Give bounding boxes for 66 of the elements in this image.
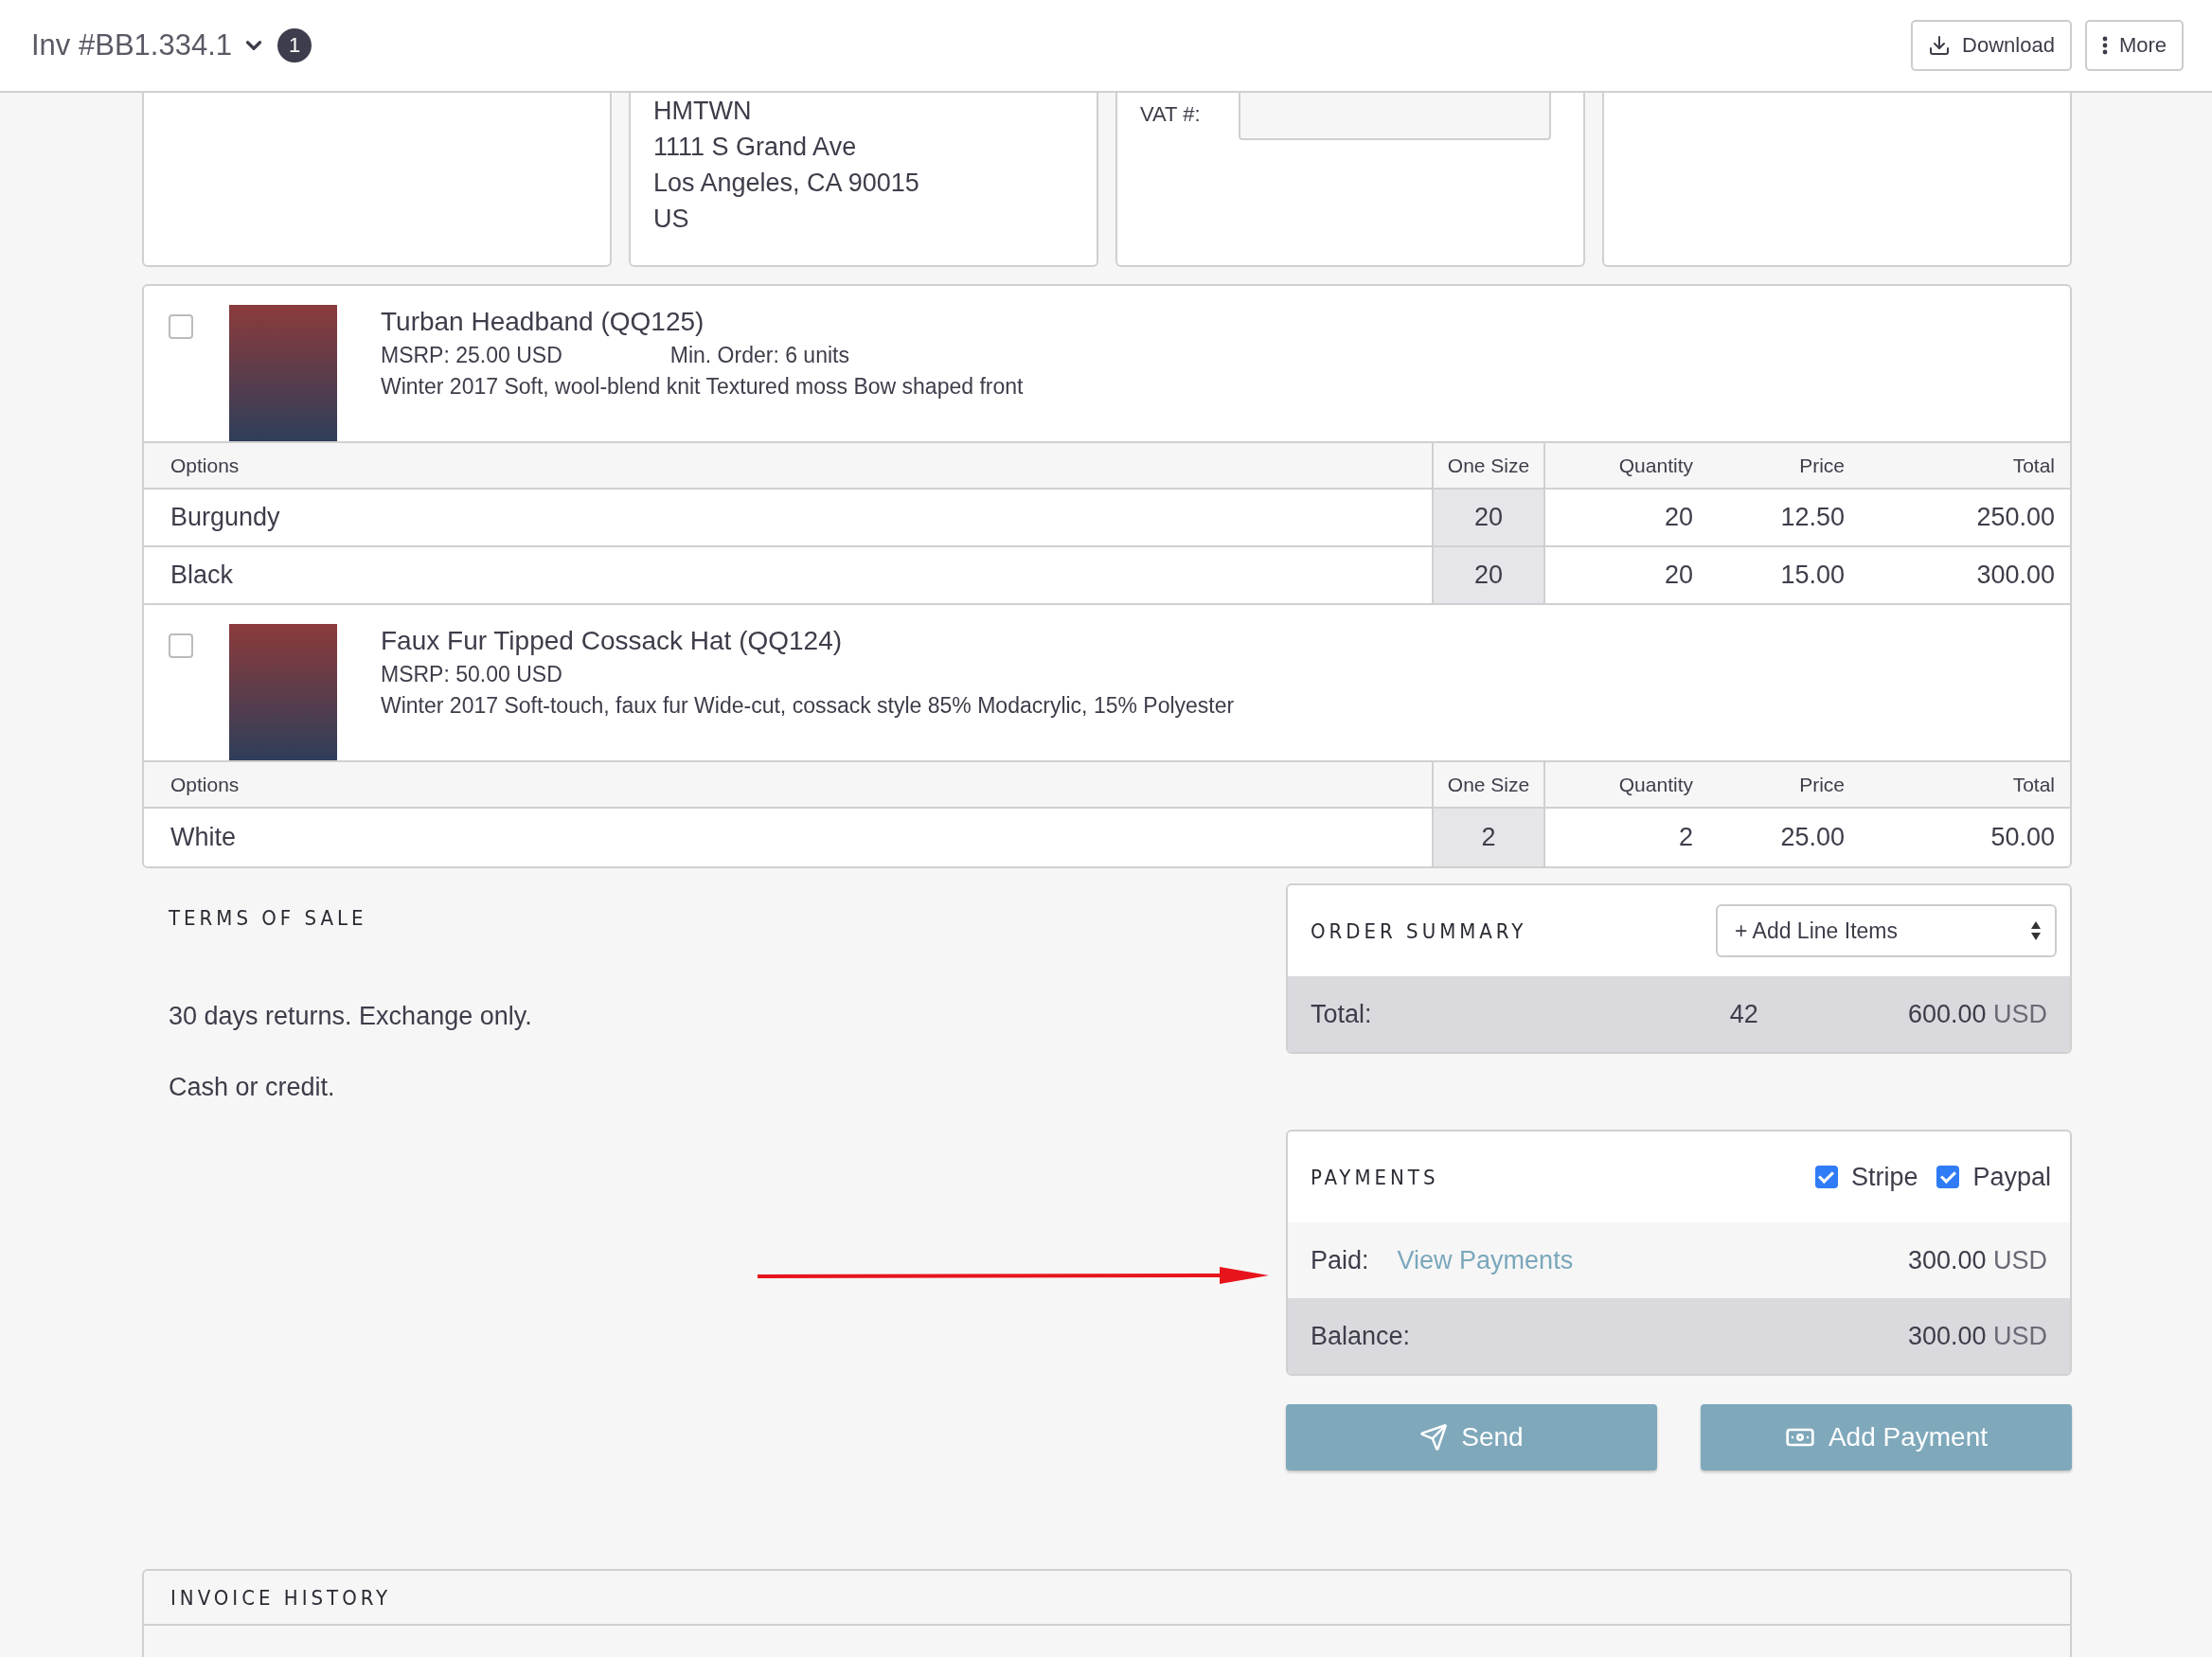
invoice-title: Inv #BB1.334.1 [31,28,232,62]
table-cell-text: Burgundy [169,502,281,533]
sort-arrows-icon [2030,920,2042,941]
column-header: Options [169,453,241,478]
total-amount: 600.00 USD [1907,999,2047,1029]
section-heading: INVOICE HISTORY [170,1585,392,1610]
table-cell-text: 25.00 [1779,822,1846,853]
address-line: 1111 S Grand Ave [653,132,858,163]
address-line: HMTWN [653,96,753,127]
table-cell-text: 250.00 [1975,502,2056,533]
table-cell: 20 [1432,547,1545,603]
table-cell-text: 15.00 [1779,560,1846,591]
section-heading: ORDER SUMMARY [1311,918,1527,943]
column-header: Quantity [1617,772,1694,797]
product-name: Faux Fur Tipped Cossack Hat (QQ124) [381,626,844,656]
vat-label: VAT #: [1140,102,1201,127]
paid-label: Paid: [1311,1245,1369,1275]
table-cell-text: 50.00 [1989,822,2056,853]
column-header: One Size [1432,443,1545,488]
table-cell-text: 20 [1663,560,1694,591]
column-header: Options [169,772,241,797]
msrp-text: MSRP: 25.00 USD [381,343,562,368]
table-cell-text: 300.00 [1975,560,2056,591]
section-heading: TERMS OF SALE [169,906,368,930]
terms-text: Cash or credit. [169,1073,336,1102]
terms-text: 30 days returns. Exchange only. [169,1002,533,1031]
add-line-items-select[interactable]: + Add Line Items [1716,904,2057,957]
address-line: US [653,204,690,235]
paper-plane-icon [1419,1423,1449,1452]
table-cell-text: 20 [1663,502,1694,533]
table-cell-text: 2 [1677,822,1694,853]
vat-input-field[interactable] [1238,93,1551,140]
table-cell: 20 [1432,490,1545,545]
section-heading: PAYMENTS [1311,1165,1439,1189]
download-button[interactable]: Download [1911,20,2072,71]
column-header: Total [2011,772,2056,797]
balance-label: Balance: [1311,1321,1411,1351]
checkbox[interactable] [169,633,193,658]
payment-method-label: Stripe [1850,1162,1918,1192]
msrp-text: MSRP: 50.00 USD [381,662,562,687]
checkbox[interactable] [1814,1166,1838,1188]
column-header: Price [1798,772,1846,797]
table-cell: 2 [1432,809,1545,866]
paid-amount: 300.00 USD [1907,1245,2047,1275]
column-header: One Size [1432,762,1545,807]
table-cell-text: 12.50 [1779,502,1846,533]
payment-method-label: Paypal [1972,1162,2051,1192]
more-button[interactable]: More [2084,20,2184,71]
column-header: Quantity [1617,453,1694,478]
total-quantity: 42 [1729,999,1758,1029]
download-icon [1928,34,1952,57]
total-label: Total: [1311,999,1372,1029]
checkbox[interactable] [1936,1166,1960,1188]
min-order-text: Min. Order: 6 units [669,343,849,368]
column-header: Price [1798,453,1846,478]
checkbox[interactable] [169,314,193,339]
table-cell-text: White [169,822,238,853]
balance-amount: 300.00 USD [1907,1321,2047,1351]
product-description: Winter 2017 Soft, wool-blend knit Textured moss Bow shaped front [381,374,1024,400]
address-line: Los Angeles, CA 90015 [653,168,920,199]
product-description: Winter 2017 Soft-touch, faux fur Wide-cut, cossack style 85% Modacrylic, 15% Polyester [381,693,1235,719]
table-cell-text: Black [169,560,235,591]
menu-icon [2101,36,2108,55]
count-badge: 1 [277,28,312,62]
column-header: Total [2011,453,2056,478]
product-name: Turban Headband (QQ125) [381,307,705,337]
